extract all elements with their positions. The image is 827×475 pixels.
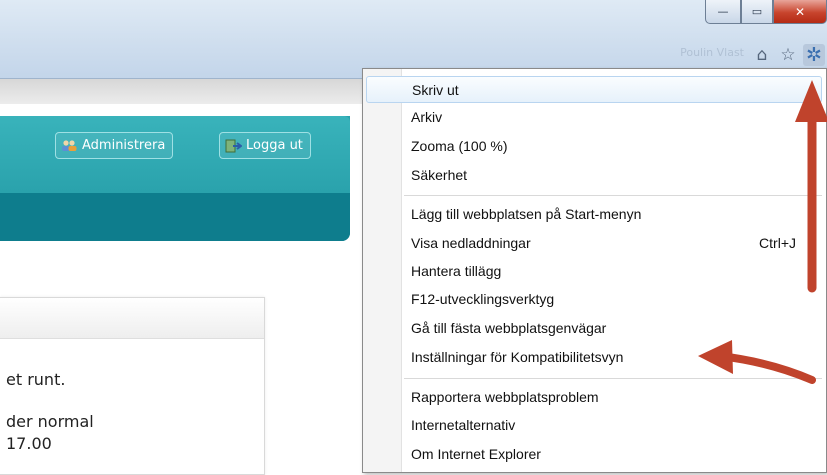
menu-separator	[404, 195, 822, 196]
home-icon[interactable]: ⌂	[751, 44, 773, 66]
menu-item-shortcut: Ctrl+J	[759, 234, 796, 251]
menu-item-arkiv[interactable]: Arkiv	[366, 103, 822, 130]
tools-gear-icon[interactable]: ✲	[803, 44, 825, 66]
menu-item-sakerhet[interactable]: Säkerhet	[366, 161, 822, 188]
menu-item-lagg-till-start[interactable]: Lägg till webbplatsen på Start-menyn	[366, 200, 822, 227]
users-icon	[61, 138, 78, 153]
site-header: Administrera Logga ut	[0, 116, 350, 241]
content-text-line-3: 17.00	[6, 434, 52, 453]
menu-item-f12-verktyg[interactable]: F12-utvecklingsverktyg	[366, 285, 822, 312]
logout-icon	[225, 138, 242, 153]
page-gray-band	[0, 79, 362, 104]
menu-item-kompatibilitetsvyn[interactable]: Inställningar för Kompatibilitetsvyn	[366, 343, 822, 370]
window-controls: — ▭ ✕	[705, 0, 827, 30]
menu-item-label: F12-utvecklingsverktyg	[411, 290, 555, 307]
administrera-button[interactable]: Administrera	[55, 132, 174, 159]
menu-item-zooma[interactable]: Zooma (100 %)	[366, 132, 822, 159]
logga-ut-button[interactable]: Logga ut	[219, 132, 311, 159]
blurred-status-text: Poulin Vlast	[680, 46, 744, 59]
administrera-label: Administrera	[82, 138, 166, 153]
toolbar-icons: ⌂ ☆ ✲	[751, 44, 825, 66]
menu-item-label: Arkiv	[411, 108, 443, 125]
menu-item-label: Visa nedladdningar	[411, 234, 531, 251]
content-text-line-1: et runt.	[6, 370, 66, 389]
maximize-button[interactable]: ▭	[741, 0, 773, 24]
menu-item-skriv-ut[interactable]: Skriv ut	[366, 76, 822, 103]
favorites-star-icon[interactable]: ☆	[777, 44, 799, 66]
minimize-button[interactable]: —	[705, 0, 741, 24]
menu-item-label: Rapportera webbplatsproblem	[411, 388, 599, 405]
menu-separator	[404, 378, 822, 379]
content-card: et runt. der normal 17.00	[0, 297, 265, 475]
menu-item-om-internet-explorer[interactable]: Om Internet Explorer	[366, 440, 822, 467]
menu-item-label: Internetalternativ	[411, 416, 516, 433]
menu-item-internetalternativ[interactable]: Internetalternativ	[366, 411, 822, 438]
menu-item-visa-nedladdningar[interactable]: Visa nedladdningar Ctrl+J	[366, 229, 822, 256]
menu-item-label: Om Internet Explorer	[411, 445, 541, 462]
menu-item-label: Lägg till webbplatsen på Start-menyn	[411, 205, 642, 222]
menu-item-label: Inställningar för Kompatibilitetsvyn	[411, 348, 624, 365]
logga-ut-label: Logga ut	[246, 138, 303, 153]
menu-item-rapportera-problem[interactable]: Rapportera webbplatsproblem	[366, 383, 822, 410]
close-icon: ✕	[794, 4, 806, 19]
menu-item-label: Skriv ut	[412, 81, 459, 98]
menu-item-hantera-tillagg[interactable]: Hantera tillägg	[366, 257, 822, 284]
header-nav-band	[0, 193, 350, 241]
maximize-icon: ▭	[751, 5, 763, 18]
menu-item-label: Hantera tillägg	[411, 262, 502, 279]
content-text-line-2: der normal	[6, 412, 94, 431]
header-top-band: Administrera Logga ut	[0, 116, 350, 193]
menu-item-label: Säkerhet	[411, 166, 468, 183]
menu-item-label: Zooma (100 %)	[411, 137, 508, 154]
menu-item-fasta-genvagar[interactable]: Gå till fästa webbplatsgenvägar	[366, 314, 822, 341]
card-header	[0, 298, 264, 339]
close-button[interactable]: ✕	[773, 0, 827, 24]
minimize-icon: —	[717, 5, 729, 18]
menu-item-label: Gå till fästa webbplatsgenvägar	[411, 319, 607, 336]
tools-menu: Skriv ut Arkiv Zooma (100 %) Säkerhet Lä…	[362, 68, 827, 473]
